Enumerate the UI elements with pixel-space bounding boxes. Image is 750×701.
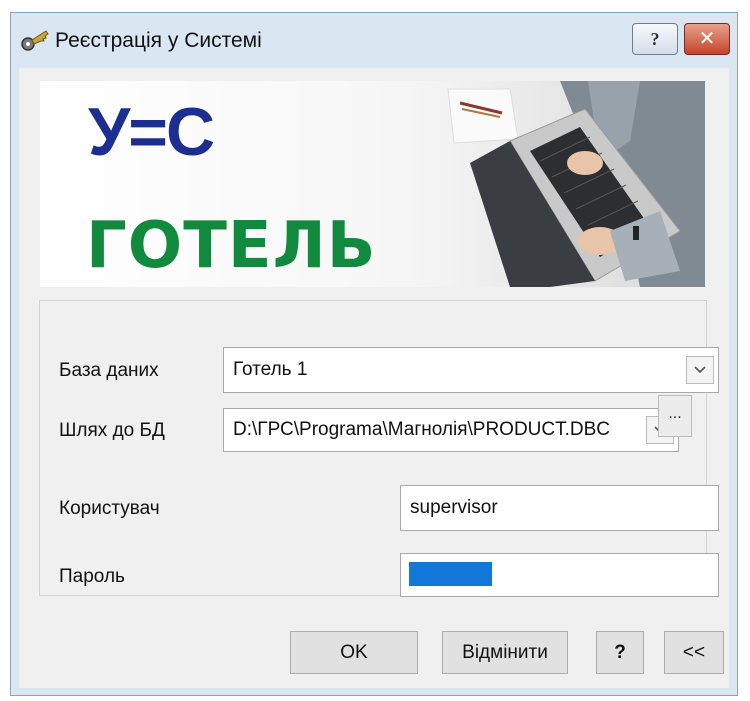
chevron-down-icon[interactable]	[686, 356, 714, 384]
password-selection-mask	[409, 562, 492, 586]
dialog-body: У=С ГОТЕЛЬ База даних Готель 1 Шлях до Б…	[19, 68, 729, 688]
password-input[interactable]	[400, 553, 719, 597]
title-bar[interactable]: Реєстрація у Системі ? ✕	[11, 13, 737, 67]
database-select[interactable]: Готель 1	[223, 347, 719, 393]
product-banner: У=С ГОТЕЛЬ	[40, 81, 705, 287]
close-button[interactable]: ✕	[684, 23, 730, 55]
db-path-value: D:\ГРС\Programa\Магнолія\PRODUCT.DBC	[233, 419, 611, 440]
database-value: Готель 1	[233, 359, 308, 380]
user-label: Користувач	[59, 498, 160, 519]
title-help-button[interactable]: ?	[632, 23, 678, 55]
window-title: Реєстрація у Системі	[55, 29, 262, 52]
user-input[interactable]: supervisor	[400, 485, 719, 531]
key-icon	[21, 30, 49, 51]
ok-button[interactable]: OK	[290, 631, 418, 674]
collapse-button[interactable]: <<	[664, 631, 724, 674]
login-dialog: Реєстрація у Системі ? ✕ У=С ГОТЕЛЬ База…	[10, 12, 738, 696]
password-label: Пароль	[59, 566, 125, 587]
db-path-label: Шлях до БД	[59, 420, 165, 441]
database-label: База даних	[59, 360, 159, 381]
help-button[interactable]: ?	[596, 631, 644, 674]
db-path-select[interactable]: D:\ГРС\Programa\Магнолія\PRODUCT.DBC	[223, 408, 679, 452]
company-logo: У=С	[88, 94, 215, 170]
browse-button[interactable]: ...	[658, 395, 692, 437]
product-title: ГОТЕЛЬ	[86, 209, 377, 283]
cancel-button[interactable]: Відмінити	[442, 631, 568, 674]
user-value: supervisor	[410, 497, 498, 518]
